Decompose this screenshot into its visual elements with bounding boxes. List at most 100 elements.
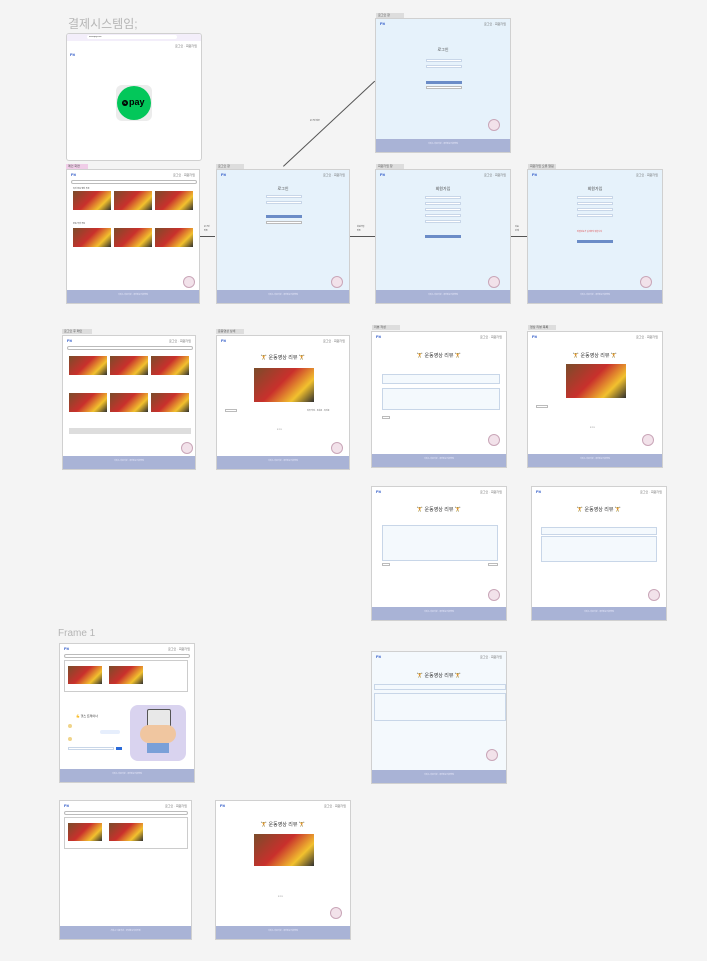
thumb-2[interactable] (114, 191, 152, 210)
signup-err-field-3[interactable] (577, 208, 613, 211)
signup-button-2[interactable] (266, 221, 302, 224)
signup-field-5[interactable] (425, 220, 461, 223)
login-button-2[interactable] (266, 215, 302, 218)
id-input[interactable] (426, 59, 462, 62)
tag-video: 운동영상 상세 (216, 329, 244, 334)
video-review-pages[interactable]: 1 2 3 (590, 427, 594, 429)
thumb-11[interactable] (110, 393, 148, 412)
video-page-title: 🏋️ 운동영상 리뷰 🏋️ (260, 355, 306, 361)
signup-button[interactable] (426, 86, 462, 89)
review-edit-cancel[interactable] (488, 563, 498, 566)
review-edit-title: 🏋️ 운동영상 리뷰 🏋️ (416, 507, 462, 513)
thumb-8[interactable] (110, 356, 148, 375)
signup-err-submit[interactable] (577, 240, 613, 243)
browser-toolbar: naverpay.com (67, 34, 201, 41)
signup-err-field-1[interactable] (577, 196, 613, 199)
review-submit-button[interactable] (382, 416, 390, 419)
thumb-5[interactable] (114, 228, 152, 247)
mascot-icon (330, 907, 342, 919)
thumb-4[interactable] (73, 228, 111, 247)
thumb-6[interactable] (155, 228, 193, 247)
review-new-frame: Fit 로그인 · 회원가입 🏋️ 운동영상 리뷰 🏋️ 서비스 이용약관 · 개… (531, 486, 667, 621)
id-input-2[interactable] (266, 195, 302, 198)
thumb-7[interactable] (69, 356, 107, 375)
thumb-12[interactable] (151, 393, 189, 412)
review-new-title-input[interactable] (541, 527, 657, 535)
flow-arrow-next-label: 다음 단계 (515, 226, 519, 232)
thumb-16[interactable] (109, 823, 143, 841)
thumb-15[interactable] (68, 823, 102, 841)
mascot-icon (183, 276, 195, 288)
pw-input-2[interactable] (266, 201, 302, 204)
mascot-icon (181, 442, 193, 454)
chat-main-frame: Fit 로그인 · 회원가입 💪 헬스 트레이너 서비스 이용약관 · 개인정보처… (59, 643, 195, 783)
bottom-video-pages[interactable]: 1 2 3 (278, 896, 282, 898)
thumb-14[interactable] (109, 666, 143, 684)
bottom-main-frame: Fit 로그인 · 회원가입 서비스 이용약관 · 개인정보처리방침 (59, 800, 192, 940)
mascot-icon (331, 442, 343, 454)
signup-submit[interactable] (425, 235, 461, 238)
pagination-bar[interactable] (69, 428, 191, 434)
video-thumbnail[interactable] (254, 368, 314, 402)
video-pagination[interactable]: 1 2 3 (277, 429, 281, 431)
frame1-label: Frame 1 (58, 628, 96, 639)
section-parts: 운동 부위 추천 (73, 223, 86, 225)
chat-bot-avatar (68, 724, 72, 728)
signup-field-1[interactable] (425, 196, 461, 199)
chat-title: 💪 헬스 트레이너 (76, 714, 98, 718)
signup-err-field-4[interactable] (577, 214, 613, 217)
review-body-input[interactable] (382, 388, 500, 410)
review-write-button[interactable] (225, 409, 237, 412)
search-input-2[interactable] (67, 346, 193, 350)
thumb-10[interactable] (69, 393, 107, 412)
naver-pay-logo[interactable]: N pay (116, 85, 152, 121)
thumb-1[interactable] (73, 191, 111, 210)
video-review-title: 🏋️ 운동영상 리뷰 🏋️ (572, 353, 618, 359)
thumb-9[interactable] (151, 356, 189, 375)
thumb-3[interactable] (155, 191, 193, 210)
mascot-icon (488, 589, 500, 601)
review-edit-box[interactable] (382, 525, 498, 561)
signup-error-frame: Fit 로그인 · 회원가입 회원가입 비밀번호가 일치하지 않습니다 서비스 이… (527, 169, 663, 304)
canvas-section-title: 결제시스템임; (68, 17, 138, 31)
chat-review-body[interactable] (374, 693, 506, 721)
chat-send-button[interactable] (116, 747, 122, 750)
signup-field-3[interactable] (425, 208, 461, 211)
main-logged-frame: Fit 로그인 · 회원가입 서비스 이용약관 · 개인정보처리방침 (62, 335, 196, 470)
signup-field-2[interactable] (425, 202, 461, 205)
chat-input[interactable] (68, 747, 114, 750)
url-bar[interactable]: naverpay.com (87, 35, 177, 39)
signup-field-4[interactable] (425, 214, 461, 217)
login-frame-top: Fit 로그인 · 회원가입 로그인 서비스 이용약관 · 개인정보처리방침 (375, 18, 511, 153)
signup-err-field-2[interactable] (577, 202, 613, 205)
browser-logo: Fit (70, 52, 75, 57)
pw-input[interactable] (426, 65, 462, 68)
review-new-body[interactable] (541, 536, 657, 562)
flow-arrow-next (511, 236, 527, 237)
pay-mark-icon: N (122, 100, 128, 106)
thumb-13[interactable] (68, 666, 102, 684)
chat-review-input[interactable] (374, 684, 506, 690)
payment-browser-frame: naverpay.com Fit 로그인 · 회원가입 N pay (66, 33, 202, 161)
review-page-title: 🏋️ 운동영상 리뷰 🏋️ (416, 353, 462, 359)
bottom-video-thumb[interactable] (254, 834, 314, 866)
video-review-thumb[interactable] (566, 364, 626, 398)
review-list-button[interactable] (536, 405, 548, 408)
mascot-icon (488, 276, 500, 288)
flow-arrow-diag (283, 80, 376, 167)
browser-nav[interactable]: 로그인 · 회원가입 (175, 44, 197, 48)
review-title-input[interactable] (382, 374, 500, 384)
search-input-4[interactable] (64, 811, 188, 815)
tag-review-write: 리뷰 작성 (372, 325, 400, 330)
bottom-video-frame: Fit 로그인 · 회원가입 🏋️ 운동영상 리뷰 🏋️ 1 2 3 서비스 이용… (215, 800, 351, 940)
robot-mascot-image (130, 705, 186, 761)
login-button[interactable] (426, 81, 462, 84)
search-input[interactable] (71, 180, 197, 184)
review-edit-submit[interactable] (382, 563, 390, 566)
flow-arrow-diag-label: 로그인 성공 (310, 120, 320, 122)
video-meta: 리뷰 작성 · 조회순 · 최신순 (307, 410, 330, 412)
search-input-3[interactable] (64, 654, 190, 658)
flow-arrow-signup-label: 회원가입 버튼 (357, 226, 365, 232)
mascot-icon (488, 119, 500, 131)
mascot-icon (642, 434, 654, 446)
